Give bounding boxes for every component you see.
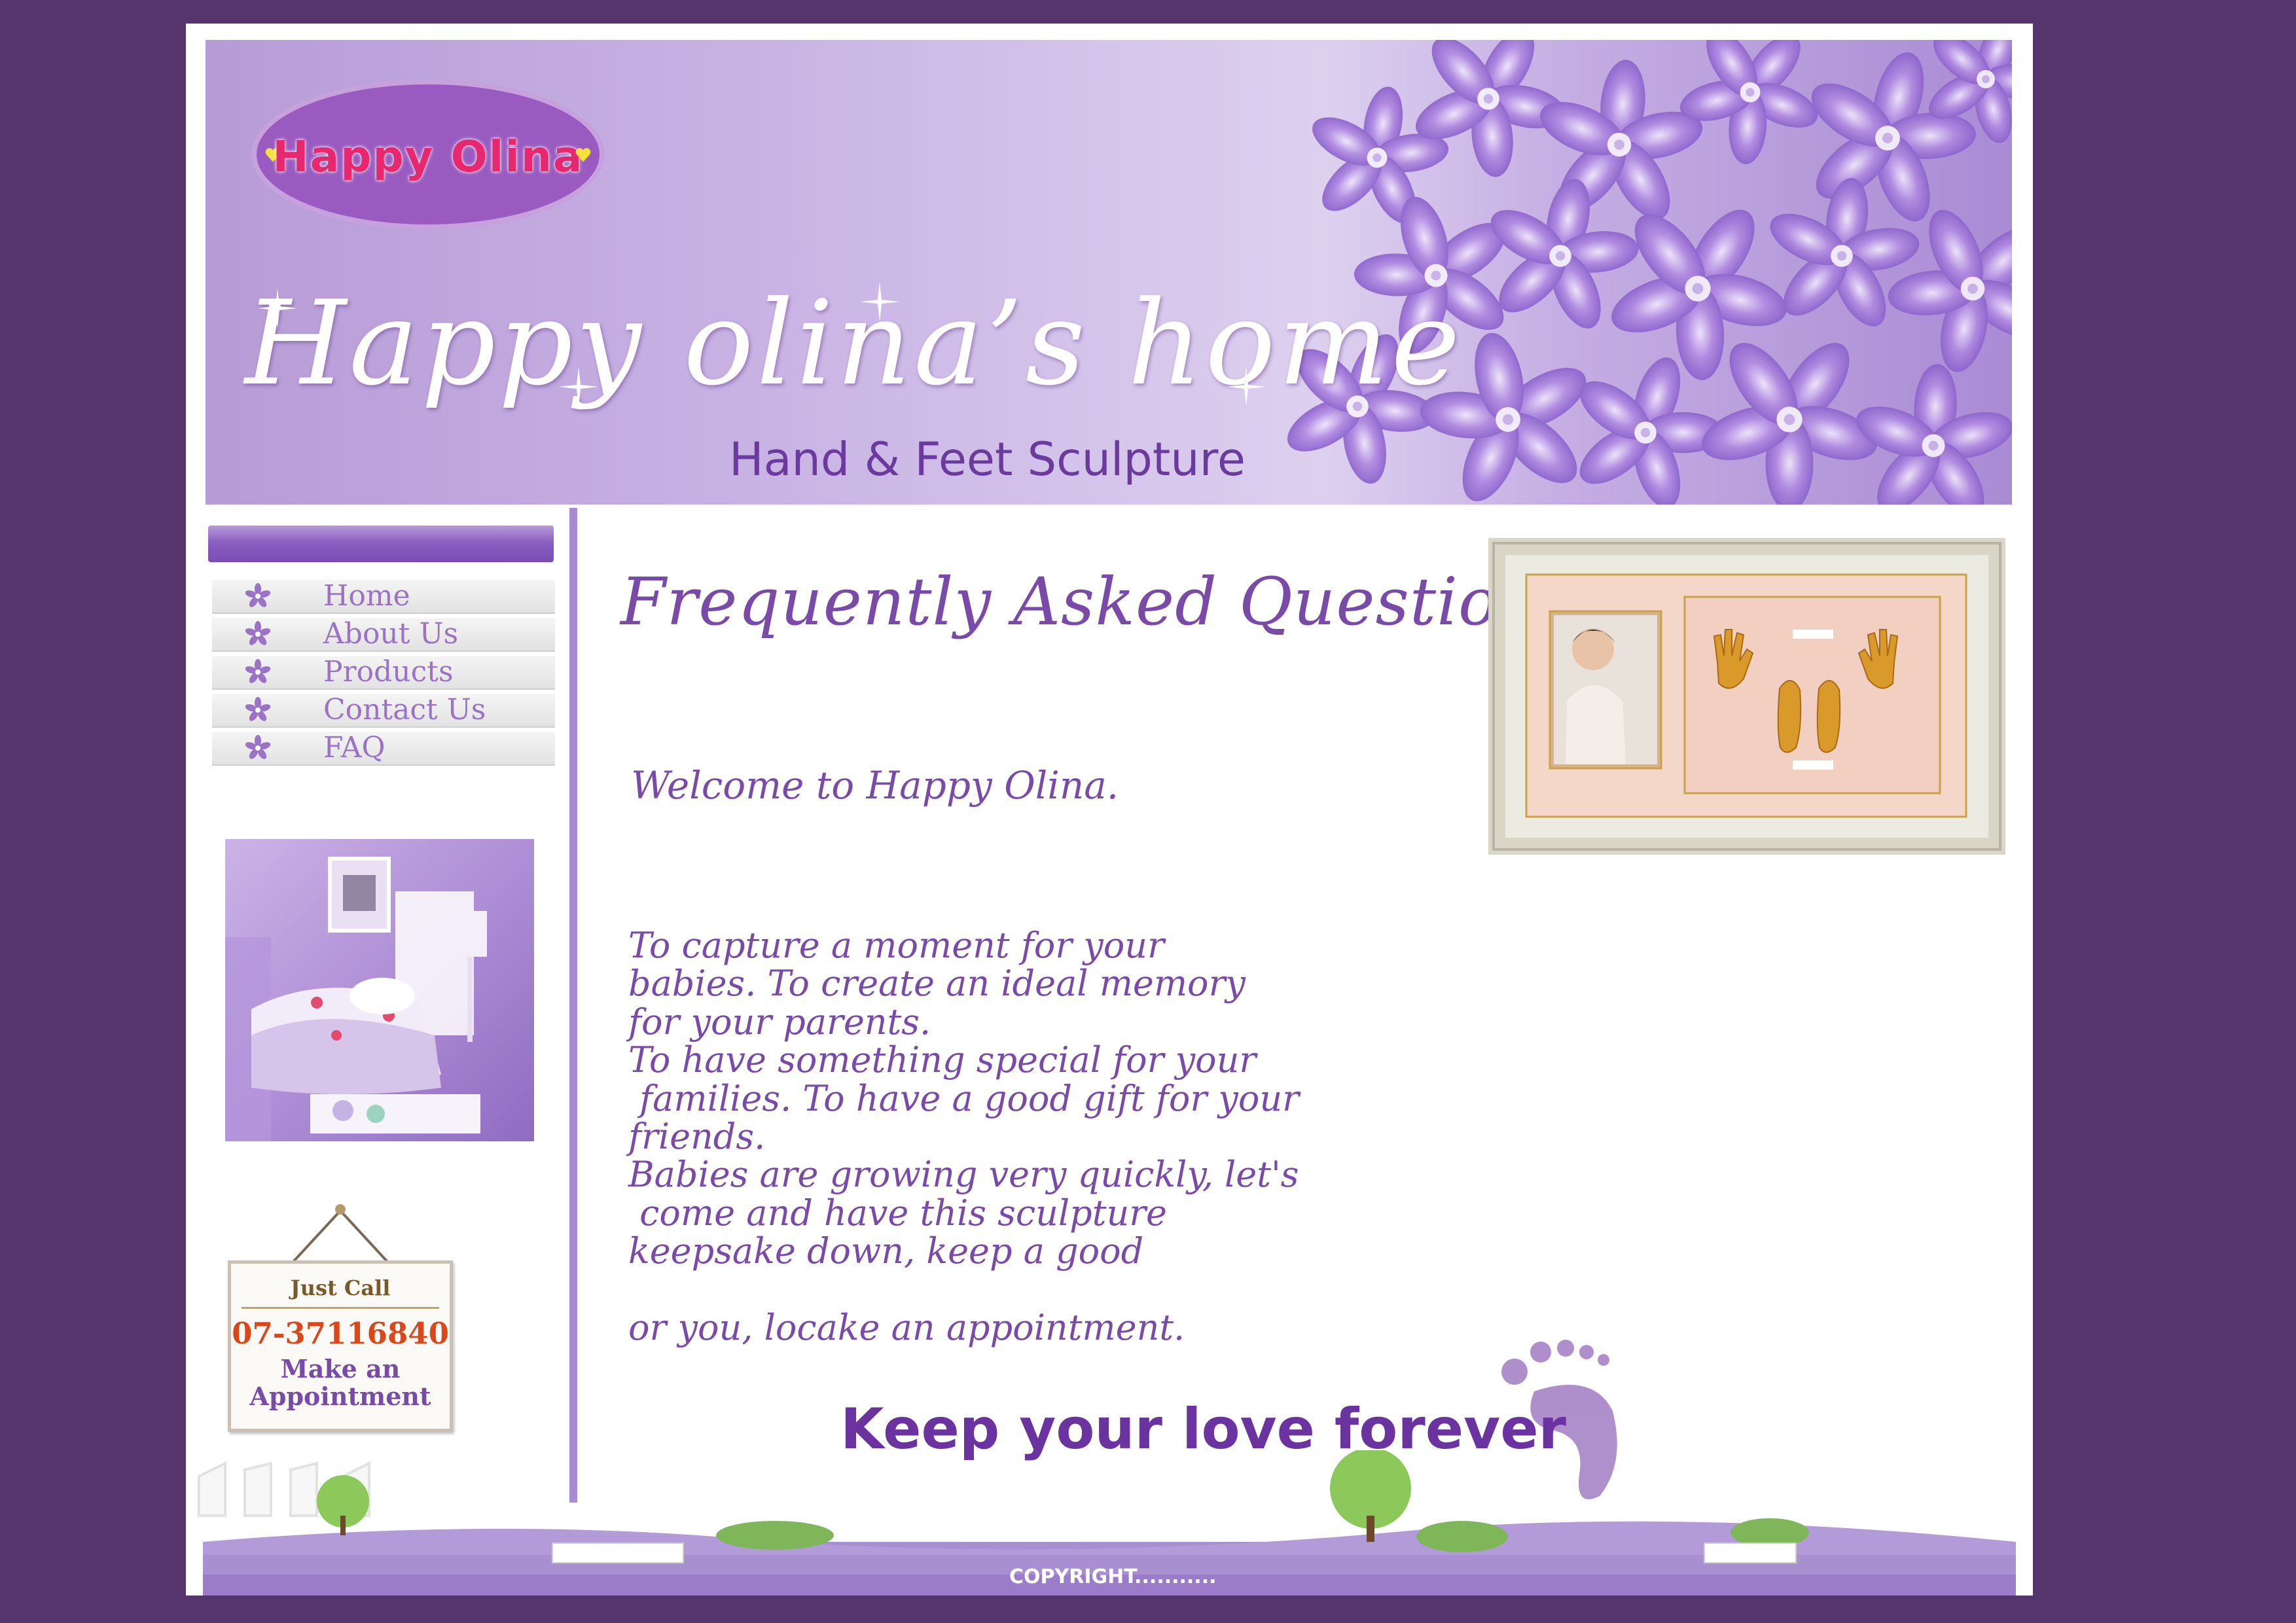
nav-item-products[interactable]: Products (212, 656, 555, 690)
faq-body: To capture a moment for your babies. To … (628, 925, 1348, 1349)
divider (242, 1307, 439, 1309)
nav-item-home[interactable]: Home (212, 580, 555, 614)
appointment-line-1: Make an (280, 1354, 401, 1383)
body-line: To have something special for your (628, 1039, 1257, 1081)
copyright-text: COPYRIGHT........... (1009, 1565, 1217, 1588)
flower-icon (245, 621, 271, 645)
nav-item-about-us[interactable]: About Us (212, 618, 555, 652)
appointment-text: Make an Appointment (231, 1355, 450, 1410)
nav-label-home: Home (323, 579, 410, 613)
body-line: come and have this sculpture (628, 1192, 1167, 1234)
nav-label-products: Products (323, 655, 454, 688)
page-container: Happy Olina Happy olina’s home Hand & Fe… (186, 24, 2033, 1596)
body-line: keepsake down, keep a good (628, 1230, 1144, 1272)
nav-label-about-us: About Us (323, 617, 459, 651)
logo-text: Happy Olina (272, 132, 584, 182)
bedroom-photo (225, 839, 534, 1141)
body-line: babies. To create an ideal memory (628, 963, 1246, 1005)
sparkle-icon (258, 289, 297, 328)
framed-sculpture-photo (1488, 538, 2005, 855)
body-line: friends. (628, 1116, 766, 1158)
hanging-string-icon (292, 1204, 389, 1263)
body-line: To capture a moment for your (628, 925, 1164, 966)
nav-item-contact-us[interactable]: Contact Us (212, 694, 555, 728)
flower-icon (245, 659, 271, 683)
tagline: Keep your love forever (840, 1397, 1566, 1462)
site-title: Happy olina’s home (245, 276, 1463, 411)
flower-icon (245, 697, 271, 721)
nav-item-faq[interactable]: FAQ (212, 732, 555, 766)
call-card[interactable]: Just Call 07-37116840 Make an Appointmen… (228, 1195, 453, 1437)
sparkle-icon (1227, 367, 1266, 406)
welcome-text: Welcome to Happy Olina. (631, 763, 1119, 808)
page-title: Frequently Asked Questions (620, 563, 1575, 640)
column-divider (569, 508, 577, 1503)
appointment-line-2: Appointment (249, 1382, 431, 1411)
nav-header-bar (208, 526, 554, 562)
sidebar-nav: Home About Us Products Contact Us FAQ (212, 580, 555, 770)
body-line (628, 1271, 1348, 1309)
body-line: Babies are growing very quickly, let's (628, 1154, 1299, 1196)
call-heading: Just Call (290, 1275, 391, 1300)
sparkle-icon (559, 367, 598, 406)
nav-label-faq: FAQ (323, 731, 386, 764)
phone-number: 07-37116840 (232, 1316, 449, 1351)
site-subtitle: Hand & Feet Sculpture (729, 433, 1246, 486)
logo[interactable]: Happy Olina (251, 79, 605, 230)
nav-label-contact-us: Contact Us (323, 693, 486, 726)
flower-icon (245, 583, 271, 607)
flowers-image (1279, 40, 2012, 505)
call-board: Just Call 07-37116840 Make an Appointmen… (228, 1260, 453, 1432)
header-banner: Happy Olina Happy olina’s home Hand & Fe… (206, 40, 2012, 505)
body-line: for your parents. (628, 1001, 931, 1043)
body-line: families. To have a good gift for your (628, 1077, 1299, 1119)
flower-icon (245, 735, 271, 759)
sparkle-icon (860, 282, 899, 321)
body-line: or you, locake an appointment. (628, 1307, 1185, 1349)
heart-icon (575, 148, 591, 162)
